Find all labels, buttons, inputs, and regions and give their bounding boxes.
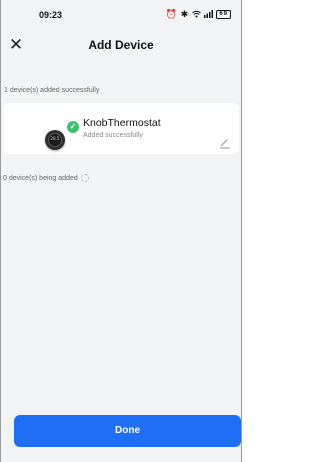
status-bar: 09:23 ⏰ ✱ 69 bbox=[1, 0, 241, 28]
device-name: KnobThermostat bbox=[83, 117, 161, 129]
bluetooth-icon: ✱ bbox=[180, 9, 190, 19]
thermostat-readout: 28.5 bbox=[50, 136, 60, 141]
page-title: Add Device bbox=[88, 38, 154, 52]
alarm-icon: ⏰ bbox=[165, 9, 178, 19]
done-button[interactable]: Done bbox=[14, 415, 241, 447]
status-time: 09:23 bbox=[39, 10, 63, 20]
adding-devices-row: 0 device(s) being added bbox=[3, 174, 89, 182]
status-icons: ⏰ ✱ 69 bbox=[166, 9, 231, 20]
added-devices-label: 1 device(s) added successfully bbox=[4, 87, 100, 94]
phone-screen: 09:23 ⏰ ✱ 69 ✕ Add Device 1 device(s) ad… bbox=[0, 0, 242, 462]
loading-spinner-icon bbox=[80, 174, 89, 182]
success-check-icon: ✓ bbox=[66, 120, 80, 134]
adding-devices-label: 0 device(s) being added bbox=[3, 174, 78, 182]
signal-icon bbox=[204, 9, 214, 20]
edit-button[interactable] bbox=[219, 136, 231, 149]
wifi-icon bbox=[192, 10, 202, 20]
header: ✕ Add Device bbox=[1, 30, 241, 60]
device-status: Added successfully bbox=[83, 132, 143, 139]
pencil-icon bbox=[220, 139, 230, 149]
thermostat-device-icon: 28.5 bbox=[45, 130, 65, 150]
battery-icon: 69 bbox=[216, 10, 231, 19]
